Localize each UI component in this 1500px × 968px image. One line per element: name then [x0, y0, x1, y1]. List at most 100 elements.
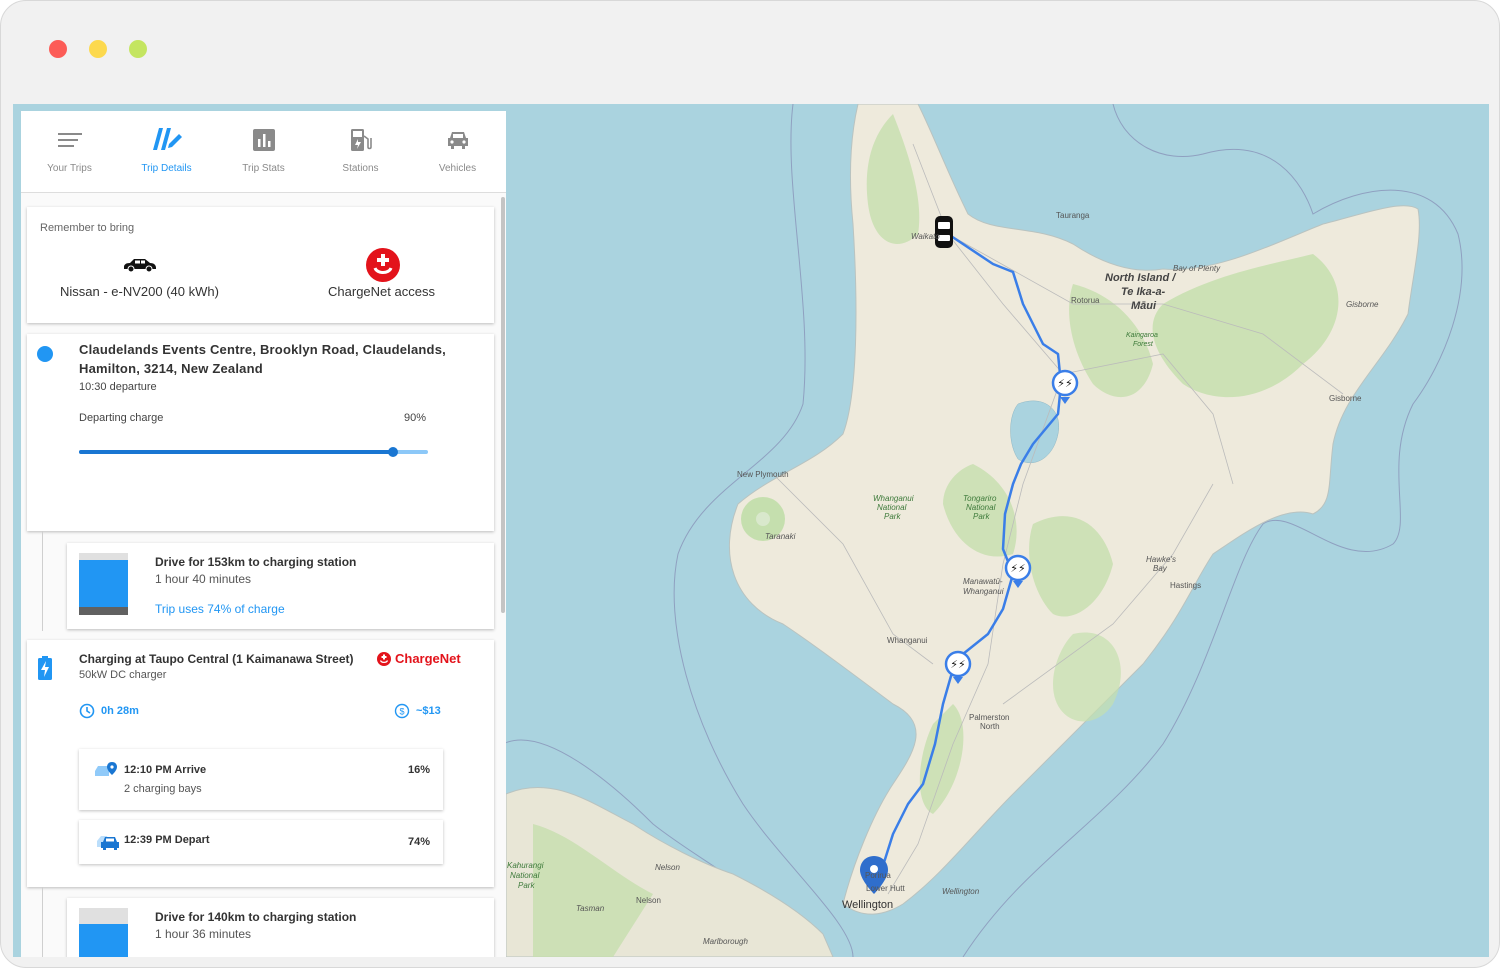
tab-your-trips[interactable]: Your Trips — [21, 111, 118, 192]
map-label-manawatu2: Whanganui — [963, 587, 1004, 596]
depart-time: 12:39 PM Depart — [124, 834, 210, 846]
map-label-tongariro2: National — [966, 503, 996, 512]
battery-usage-icon — [79, 553, 128, 615]
bar-chart-icon — [252, 125, 275, 155]
trip-timeline[interactable]: Remember to bring Nissan - e-NV200 (40 k… — [21, 193, 506, 957]
route-icon — [151, 125, 183, 155]
arrive-time: 12:10 PM Arrive — [124, 764, 207, 776]
map-label-bay-of-plenty: Bay of Plenty — [1173, 264, 1221, 273]
map-label-taranaki: Taranaki — [765, 532, 796, 541]
charging-bays: 2 charging bays — [124, 783, 202, 795]
departure-time: 10:30 departure — [79, 381, 157, 393]
map-label-tongariro3: Park — [973, 512, 990, 521]
minimize-window-dot[interactable] — [89, 40, 107, 58]
origin-card: Claudelands Events Centre, Brooklyn Road… — [27, 334, 494, 531]
tab-vehicles-label: Vehicles — [438, 163, 477, 174]
map-label-kahurangi1: Kahurangi — [507, 861, 544, 870]
map-label-palmerston2: North — [980, 722, 1000, 731]
access-label: ChargeNet access — [328, 284, 435, 299]
map-label-whanganui-np1: Whanganui — [873, 494, 914, 503]
battery-usage-icon-2 — [79, 908, 128, 957]
map-label-marlborough: Marlborough — [703, 937, 748, 946]
charge-slider-track[interactable] — [79, 447, 428, 457]
depart-percent: 74% — [407, 836, 430, 848]
map-label-palmerston1: Palmerston — [969, 713, 1010, 722]
app-viewport: ⚡⚡ ⚡⚡ ⚡⚡ Tauranga Waikato Bay of Plenty … — [13, 104, 1489, 957]
map-label-new-plymouth: New Plymouth — [737, 470, 789, 479]
charger-type: 50kW DC charger — [79, 669, 167, 681]
drive-leg-title: Drive for 153km to charging station — [155, 555, 357, 569]
map-label-wellington: Wellington — [842, 899, 894, 911]
map-label-maui: Māui — [1131, 300, 1157, 312]
chargenet-brand: ChargeNet — [377, 651, 461, 666]
drive-leg-card-2: Drive for 140km to charging station 1 ho… — [67, 898, 494, 957]
browser-window: ⚡⚡ ⚡⚡ ⚡⚡ Tauranga Waikato Bay of Plenty … — [0, 0, 1500, 968]
arrive-pin-icon — [93, 762, 119, 785]
timeline-connector-2 — [42, 887, 43, 957]
origin-dot-icon — [37, 346, 53, 362]
map-label-tongariro1: Tongariro — [963, 494, 997, 503]
chargenet-logo-icon — [366, 248, 400, 287]
tab-trip-stats-label: Trip Stats — [242, 163, 285, 174]
map-label-tasman: Tasman — [576, 904, 605, 913]
map-label-whanganui: Whanganui — [887, 636, 928, 645]
map-label-waikato: Waikato — [911, 232, 940, 241]
departing-charge-value: 90% — [403, 412, 426, 424]
list-icon — [57, 125, 82, 155]
drive-leg-duration: 1 hour 40 minutes — [155, 572, 252, 586]
map-label-nelson: Nelson — [636, 896, 661, 905]
charge-slider-fill — [79, 450, 394, 454]
tab-trip-details-label: Trip Details — [141, 163, 192, 174]
svg-text:⚡⚡: ⚡⚡ — [1057, 377, 1072, 390]
tab-your-trips-label: Your Trips — [47, 163, 92, 174]
dollar-icon: $ — [394, 703, 410, 719]
charge-slider-thumb[interactable] — [388, 447, 399, 457]
drive-leg-2-duration: 1 hour 36 minutes — [155, 927, 252, 941]
arrive-card: 12:10 PM Arrive 2 charging bays 16% — [79, 749, 443, 810]
map-label-te-ika: Te Ika-a- — [1121, 286, 1166, 298]
charging-station-title: Charging at Taupo Central (1 Kaimanawa S… — [79, 652, 354, 666]
ev-station-icon — [350, 125, 372, 155]
charging-stop-card: Charging at Taupo Central (1 Kaimanawa S… — [27, 640, 494, 887]
map-label-tauranga: Tauranga — [1056, 211, 1090, 220]
tab-stations[interactable]: Stations — [312, 111, 409, 192]
maximize-window-dot[interactable] — [129, 40, 147, 58]
svg-text:⚡⚡: ⚡⚡ — [950, 658, 965, 671]
map-label-lower-hutt: Lower Hutt — [866, 884, 905, 893]
map-label-bay: Bay — [1153, 564, 1167, 573]
map-label-wellington-region: Wellington — [942, 887, 980, 896]
map-label-hastings: Hastings — [1170, 581, 1202, 590]
charging-cost: $ ~$13 — [394, 703, 441, 719]
tab-vehicles[interactable]: Vehicles — [409, 111, 506, 192]
map-label-kaingaroa: Kaingaroa — [1126, 332, 1158, 339]
charging-cost-value: ~$13 — [416, 705, 441, 717]
map-label-porirua: Porirua — [865, 871, 891, 880]
car-side-icon — [123, 257, 157, 278]
tab-bar: Your Trips Trip Details Trip Stats Stati… — [21, 111, 506, 193]
map-label-kahurangi2: National — [510, 871, 540, 880]
car-icon — [446, 125, 470, 155]
svg-text:$: $ — [399, 707, 404, 717]
charging-duration: 0h 28m — [79, 703, 139, 719]
map-label-north-island: North Island / — [1105, 272, 1176, 284]
map-label-whanganui-np2: National — [877, 503, 907, 512]
remember-title: Remember to bring — [40, 222, 135, 234]
drive-leg-usage[interactable]: Trip uses 74% of charge — [155, 602, 285, 616]
map-label-forest: Forest — [1133, 341, 1153, 348]
depart-card: 12:39 PM Depart 74% — [79, 820, 443, 864]
origin-address: Claudelands Events Centre, Brooklyn Road… — [79, 342, 446, 376]
map-label-manawatu1: Manawatū- — [963, 577, 1003, 586]
panel-scrollbar[interactable] — [501, 197, 505, 613]
remember-card: Remember to bring Nissan - e-NV200 (40 k… — [27, 207, 494, 323]
tab-trip-details[interactable]: Trip Details — [118, 111, 215, 192]
svg-text:⚡⚡: ⚡⚡ — [1010, 562, 1025, 575]
tab-trip-stats[interactable]: Trip Stats — [215, 111, 312, 192]
charging-network: ChargeNet — [395, 651, 461, 666]
drive-leg-2-title: Drive for 140km to charging station — [155, 910, 357, 924]
map-label-kahurangi3: Park — [518, 881, 535, 890]
close-window-dot[interactable] — [49, 40, 67, 58]
tab-stations-label: Stations — [342, 163, 379, 174]
timeline-connector — [42, 531, 43, 631]
map-label-gisborne-region: Gisborne — [1346, 300, 1379, 309]
battery-charging-icon — [38, 656, 52, 685]
